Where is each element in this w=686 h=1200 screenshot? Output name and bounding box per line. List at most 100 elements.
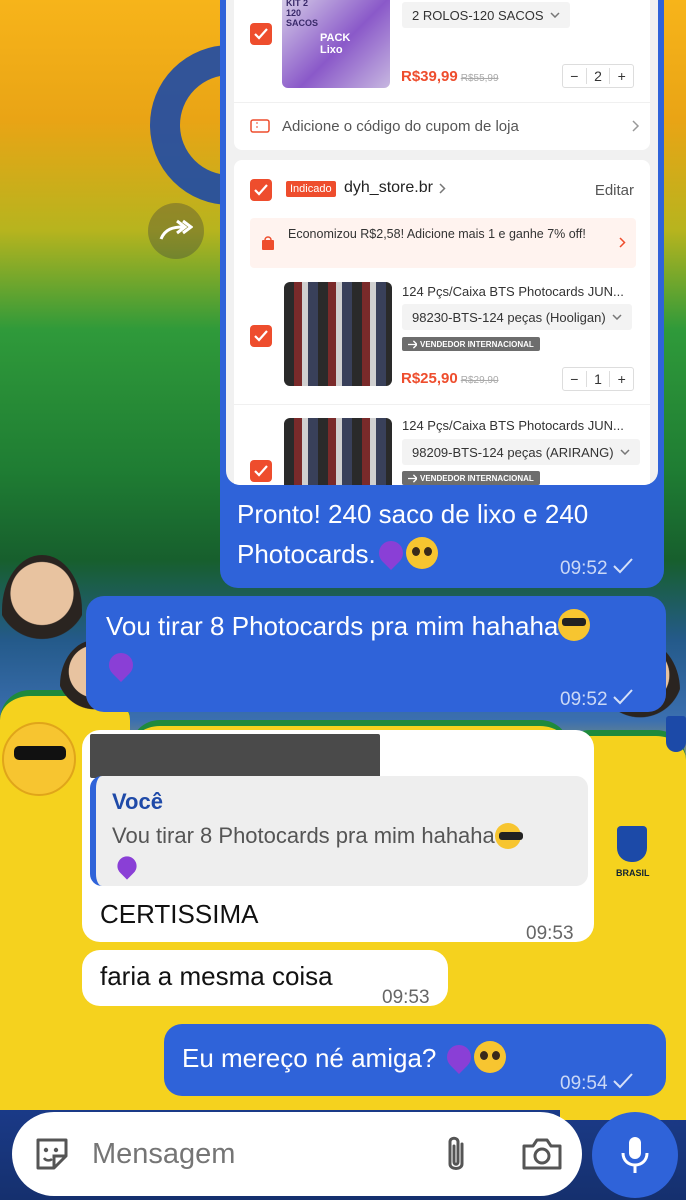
shop-screenshot[interactable]: KIT 2 120 SACOS PACK Lixo 2 ROLOS-120 SA… — [226, 0, 658, 485]
cart-card-1: KIT 2 120 SACOS PACK Lixo 2 ROLOS-120 SA… — [234, 0, 650, 150]
quoted-text: Vou tirar 8 Photocards pra mim hahaha — [112, 820, 572, 885]
message-bubble-incoming[interactable]: faria a mesma coisa 09:53 — [82, 950, 448, 1008]
store-name-label: dyh_store.br — [344, 179, 433, 196]
plane-icon — [408, 339, 417, 349]
variant-selector[interactable]: 98209-BTS-124 peças (ARIRANG) — [402, 439, 640, 465]
message-timestamp: 09:52 — [560, 558, 633, 580]
price: R$25,90 R$29,90 — [401, 370, 499, 387]
message-text: Eu mereço né amiga? — [182, 1038, 562, 1078]
redacted-sender-name — [90, 734, 380, 778]
forward-button[interactable] — [148, 203, 204, 259]
camera-button[interactable] — [520, 1134, 564, 1174]
thumb-kit-text: KIT 2 120 SACOS — [286, 0, 319, 28]
quoted-author: Você — [112, 789, 163, 814]
check-icon — [613, 689, 633, 705]
message-bubble-outgoing[interactable]: Eu mereço né amiga? 09:54 — [164, 1024, 666, 1096]
background-crest — [617, 826, 647, 862]
check-icon — [254, 28, 268, 40]
increment-button[interactable]: + — [610, 371, 633, 387]
international-seller-label: VENDEDOR INTERNACIONAL — [420, 339, 534, 349]
message-text: Vou tirar 8 Photocards pra mim hahaha — [106, 606, 656, 686]
bag-icon — [262, 236, 274, 250]
store-name[interactable]: dyh_store.br — [344, 179, 446, 197]
sunglasses-emoji — [558, 609, 591, 641]
quantity-stepper[interactable]: − 2 + — [562, 64, 634, 88]
forward-icon — [159, 219, 193, 240]
purple-heart-emoji — [115, 855, 139, 877]
quoted-text-content: Vou tirar 8 Photocards pra mim hahaha — [112, 823, 495, 848]
background-person — [2, 555, 82, 665]
message-bubble-incoming-reply[interactable]: Você Vou tirar 8 Photocards pra mim haha… — [82, 730, 594, 944]
store-checkbox[interactable] — [250, 179, 272, 201]
check-icon — [613, 1073, 633, 1089]
check-icon — [254, 465, 268, 477]
message-text-content: Vou tirar 8 Photocards pra mim hahaha — [106, 611, 559, 641]
message-text-content: Eu mereço né amiga? — [182, 1043, 437, 1073]
plane-icon — [408, 473, 417, 483]
message-text: CERTISSIMA — [100, 899, 259, 929]
variant-label: 98209-BTS-124 peças (ARIRANG) — [412, 444, 614, 460]
product-thumbnail-bts-photocards[interactable] — [284, 418, 392, 485]
attach-button[interactable] — [436, 1132, 476, 1176]
sticker-icon — [36, 1138, 68, 1170]
item-checkbox[interactable] — [250, 23, 272, 45]
price: R$39,99 R$55,99 — [401, 68, 499, 85]
chevron-down-icon — [612, 314, 622, 320]
camera-icon — [522, 1138, 562, 1170]
international-seller-badge: VENDEDOR INTERNACIONAL — [402, 337, 540, 351]
coupon-label: Adicione o código do cupom de loja — [282, 117, 519, 135]
product-thumbnail-bts-photocards[interactable] — [284, 282, 392, 386]
quantity-stepper[interactable]: − 1 + — [562, 367, 634, 391]
message-composer[interactable] — [12, 1112, 582, 1196]
price-value: R$39,99 — [401, 68, 458, 85]
international-seller-badge: VENDEDOR INTERNACIONAL — [402, 471, 540, 485]
pleading-face-emoji — [473, 1041, 506, 1073]
product-title[interactable]: 124 Pçs/Caixa BTS Photocards JUN... — [402, 418, 624, 433]
thumb-pack-text: PACK Lixo — [320, 32, 351, 56]
background-crest-label: BRASIL — [616, 868, 650, 878]
promo-text: Economizou R$2,58! Adicione mais 1 e gan… — [288, 227, 586, 241]
message-time: 09:52 — [560, 558, 608, 579]
mic-icon — [621, 1137, 649, 1173]
item-checkbox[interactable] — [250, 325, 272, 347]
message-text: faria a mesma coisa — [100, 961, 333, 991]
product-thumbnail-trash-bags[interactable]: KIT 2 120 SACOS PACK Lixo — [282, 0, 390, 88]
voice-record-button[interactable] — [592, 1112, 678, 1198]
item-checkbox[interactable] — [250, 460, 272, 482]
chevron-down-icon — [549, 12, 560, 18]
message-time: 09:52 — [560, 689, 608, 710]
sunglasses-sticker[interactable] — [2, 722, 76, 796]
sticker-button[interactable] — [32, 1134, 72, 1174]
variant-selector[interactable]: 2 ROLOS-120 SACOS — [402, 2, 570, 28]
product-title[interactable]: 124 Pçs/Caixa BTS Photocards JUN... — [402, 284, 624, 299]
price-value: R$25,90 — [401, 370, 458, 387]
check-icon — [613, 558, 633, 574]
message-timestamp: 09:54 — [560, 1064, 633, 1104]
quantity-value: 2 — [585, 68, 611, 84]
check-icon — [254, 330, 268, 342]
variant-label: 2 ROLOS-120 SACOS — [412, 7, 544, 23]
chevron-right-icon — [632, 120, 640, 132]
coupon-row[interactable]: Adicione o código do cupom de loja — [250, 114, 640, 138]
chevron-right-icon — [439, 182, 446, 194]
chevron-down-icon — [620, 449, 630, 455]
message-input[interactable] — [92, 1132, 412, 1176]
variant-selector[interactable]: 98230-BTS-124 peças (Hooligan) — [402, 304, 632, 330]
edit-button[interactable]: Editar — [595, 182, 634, 199]
background-crest — [666, 716, 686, 752]
quoted-message[interactable]: Você Vou tirar 8 Photocards pra mim haha… — [90, 776, 588, 886]
decrement-button[interactable]: − — [563, 68, 586, 84]
decrement-button[interactable]: − — [563, 371, 586, 387]
message-bubble-outgoing[interactable]: Vou tirar 8 Photocards pra mim hahaha 09… — [86, 596, 666, 712]
international-seller-label: VENDEDOR INTERNACIONAL — [420, 473, 534, 483]
promo-banner[interactable]: Economizou R$2,58! Adicione mais 1 e gan… — [250, 218, 636, 268]
pleading-face-emoji — [405, 537, 438, 569]
purple-heart-emoji — [376, 539, 406, 567]
purple-heart-emoji — [106, 651, 136, 679]
old-price: R$55,99 — [460, 73, 499, 84]
check-icon — [254, 184, 268, 196]
message-timestamp: 09:53 — [382, 987, 430, 1008]
chevron-right-icon — [619, 237, 626, 248]
increment-button[interactable]: + — [610, 68, 633, 84]
message-bubble-outgoing-image[interactable]: KIT 2 120 SACOS PACK Lixo 2 ROLOS-120 SA… — [220, 0, 664, 588]
